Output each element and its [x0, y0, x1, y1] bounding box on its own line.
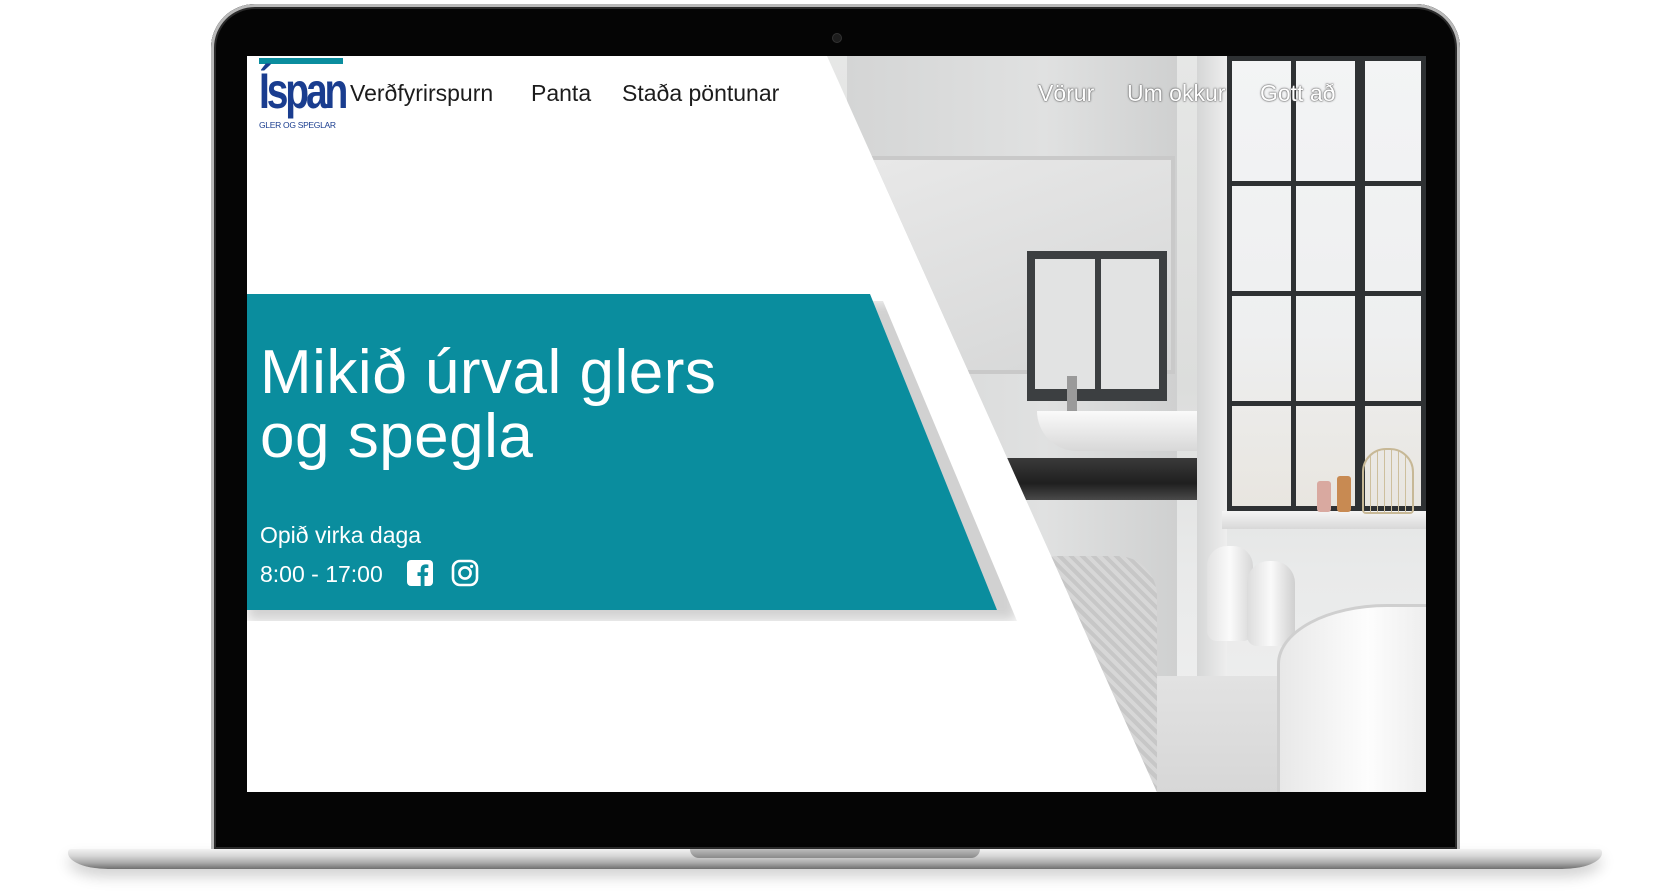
webcam — [833, 34, 841, 42]
nav-link-stada-pontunar[interactable]: Staða pöntunar — [622, 80, 779, 107]
hero-headline-line2: og spegla — [260, 402, 534, 471]
logo-subtitle: GLER OG SPEGLAR — [259, 120, 336, 130]
nav-link-panta[interactable]: Panta — [531, 80, 591, 107]
facebook-icon[interactable] — [406, 559, 434, 587]
nav-link-um-okkur[interactable]: Um okkur — [1127, 80, 1225, 107]
hero-headline: Mikið úrval glers og spegla — [260, 341, 860, 469]
ispan-logo[interactable]: Íspan GLER OG SPEGLAR — [259, 58, 348, 136]
nav-link-verdfyrirspurn[interactable]: Verðfyrirspurn — [350, 80, 493, 107]
logo-wordmark: Íspan — [259, 63, 348, 119]
nav-link-gott-ad[interactable]: Gott að — [1260, 80, 1335, 107]
nav-link-vorur[interactable]: Vörur — [1038, 80, 1094, 107]
hero-headline-line1: Mikið úrval glers — [260, 338, 717, 407]
website-screen: Mikið úrval glers og spegla Opið virka d… — [247, 56, 1426, 792]
instagram-icon[interactable] — [451, 559, 479, 587]
opening-hours-label: Opið virka daga — [260, 522, 422, 548]
laptop-notch — [690, 849, 980, 858]
opening-hours-value: 8:00 - 17:00 — [260, 561, 383, 587]
